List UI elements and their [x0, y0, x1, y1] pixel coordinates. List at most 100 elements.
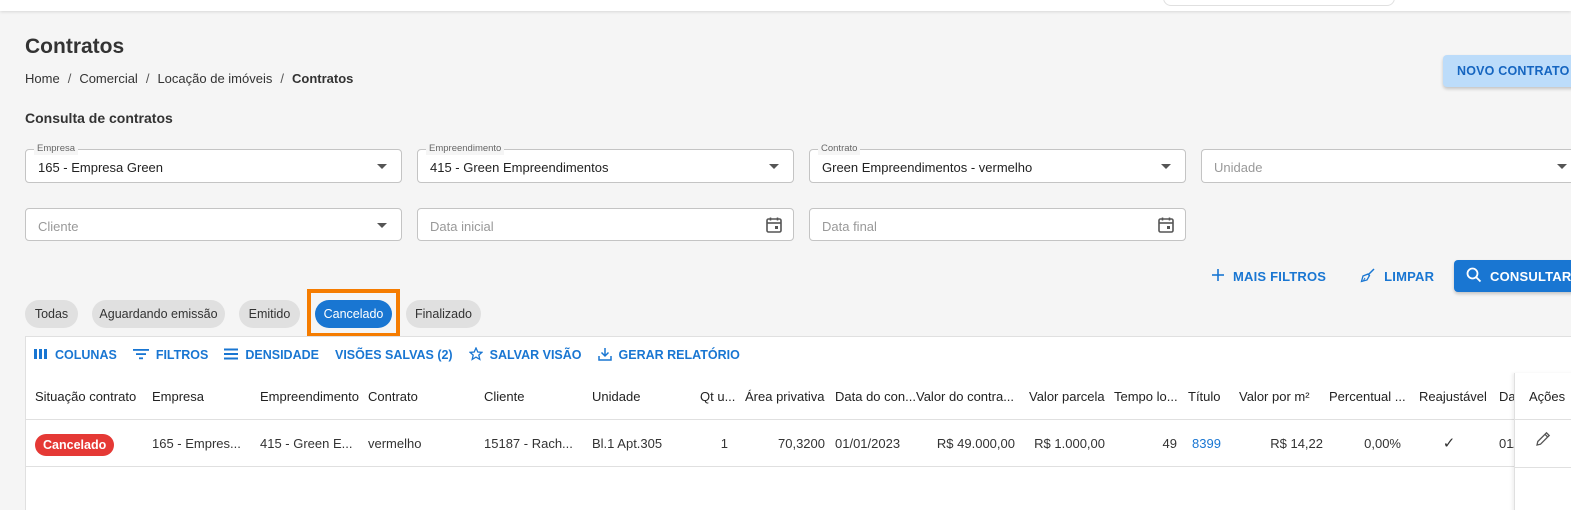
calendar-icon[interactable] [1157, 216, 1175, 239]
contrato-label: Contrato [818, 143, 861, 155]
area-cell: 70,3200 [778, 436, 825, 451]
column-header[interactable]: Reajustável [1419, 373, 1491, 420]
clear-label: LIMPAR [1384, 268, 1435, 284]
status-cell: Cancelado [35, 420, 147, 467]
column-header[interactable]: Cliente [484, 373, 584, 420]
filter-icon [132, 348, 149, 363]
columns-icon [34, 348, 48, 363]
new-contract-button[interactable]: NOVO CONTRATO [1443, 55, 1571, 87]
column-header[interactable]: Data do con... [835, 373, 915, 420]
filter-actions: MAIS FILTROS LIMPAR [1211, 260, 1434, 292]
plus-icon [1211, 268, 1225, 285]
column-header[interactable]: Da [1499, 373, 1515, 420]
density-button[interactable]: DENSIDADE [224, 348, 319, 363]
tempo-cell: 49 [1162, 436, 1177, 451]
breadcrumb-home[interactable]: Home [25, 71, 60, 86]
unidade-cell: Bl.1 Apt.305 [592, 436, 663, 451]
column-header[interactable]: Situação contrato [35, 373, 147, 420]
columns-button[interactable]: COLUNAS [34, 348, 117, 363]
edit-pencil-icon[interactable] [1535, 430, 1552, 452]
data-final-placeholder: Data final [822, 219, 877, 234]
percentual-cell: 0,00% [1364, 436, 1401, 451]
filters-button[interactable]: FILTROS [132, 348, 208, 363]
more-filters-button[interactable]: MAIS FILTROS [1211, 268, 1326, 285]
more-filters-label: MAIS FILTROS [1233, 268, 1327, 284]
column-header[interactable]: Valor por m² [1239, 373, 1319, 420]
actions-column: Ações [1514, 373, 1571, 510]
status-badge: Cancelado [35, 433, 115, 456]
column-header[interactable]: Valor do contra... [916, 373, 1016, 420]
table-header: Situação contrato Empresa Empreendimento… [26, 373, 1571, 420]
contrato-value: Green Empreendimentos - vermelho [822, 160, 1033, 175]
empreendimento-value: 415 - Green Empreendimentos [430, 160, 609, 175]
contrato-select[interactable]: Contrato Green Empreendimentos - vermelh… [809, 143, 1186, 183]
saved-views-button[interactable]: VISÕES SALVAS (2) [335, 348, 453, 362]
data-inicial-placeholder: Data inicial [430, 219, 494, 234]
density-label: DENSIDADE [245, 348, 319, 362]
breadcrumb-current: Contratos [291, 71, 354, 86]
contracts-grid: COLUNAS FILTROS DENSIDADE VISÕES SALVAS … [25, 336, 1571, 510]
columns-label: COLUNAS [55, 348, 117, 362]
empreendimento-label: Empreendimento [426, 143, 505, 155]
generate-report-label: GERAR RELATÓRIO [618, 348, 740, 362]
consult-label: CONSULTAR [1490, 268, 1571, 284]
column-header[interactable]: Empreendimento [260, 373, 364, 420]
caret-down-icon [1557, 164, 1567, 169]
breadcrumb-locacao[interactable]: Locação de imóveis [157, 71, 272, 86]
valor-parcela-cell: R$ 1.000,00 [1034, 436, 1105, 451]
valor-contrato-cell: R$ 49.000,00 [936, 436, 1015, 451]
caret-down-icon [1161, 164, 1171, 169]
chip-aguardando-emissao[interactable]: Aguardando emissão [92, 300, 225, 328]
global-search-input[interactable] [1163, 0, 1395, 6]
cliente-placeholder: Cliente [38, 219, 79, 234]
caret-down-icon [769, 164, 779, 169]
row-divider [1515, 467, 1571, 468]
calendar-icon[interactable] [765, 216, 783, 239]
breadcrumb-comercial[interactable]: Comercial [79, 71, 138, 86]
chip-finalizado[interactable]: Finalizado [406, 300, 481, 328]
saved-views-label: VISÕES SALVAS (2) [334, 348, 453, 362]
empresa-select[interactable]: Empresa 165 - Empresa Green [25, 143, 402, 183]
reajustavel-check-icon: ✓ [1442, 435, 1456, 452]
empreendimento-cell: 415 - Green E... [260, 436, 353, 451]
cliente-select[interactable]: Cliente [25, 208, 402, 241]
column-header[interactable]: Título [1188, 373, 1233, 420]
valor-m2-cell: R$ 14,22 [1270, 436, 1323, 451]
table-row[interactable]: Cancelado 165 - Empres... 415 - Green E.… [26, 420, 1571, 467]
column-header[interactable]: Percentual ... [1329, 373, 1411, 420]
grid-toolbar: COLUNAS FILTROS DENSIDADE VISÕES SALVAS … [34, 345, 740, 365]
selection-highlight [307, 289, 400, 337]
section-title: Consulta de contratos [25, 110, 173, 126]
column-header[interactable]: Tempo lo... [1114, 373, 1184, 420]
cliente-cell: 15187 - Rach... [484, 436, 573, 451]
empreendimento-select[interactable]: Empreendimento 415 - Green Empreendiment… [417, 143, 794, 183]
contrato-cell: vermelho [368, 436, 422, 451]
column-header[interactable]: Qt u... [700, 373, 742, 420]
titulo-link[interactable]: 8399 [1192, 420, 1237, 467]
chip-emitido[interactable]: Emitido [239, 300, 300, 328]
caret-down-icon [377, 164, 387, 169]
column-header[interactable]: Área privativa [745, 373, 830, 420]
qt-cell: 1 [720, 436, 728, 451]
column-header[interactable]: Unidade [592, 373, 692, 420]
clear-button[interactable]: LIMPAR [1360, 267, 1434, 286]
data-cell: 01/01/2023 [835, 436, 901, 451]
save-view-button[interactable]: SALVAR VISÃO [468, 345, 582, 364]
search-icon [1466, 267, 1482, 286]
column-header[interactable]: Empresa [152, 373, 252, 420]
actions-header: Ações [1515, 373, 1571, 420]
generate-report-button[interactable]: GERAR RELATÓRIO [597, 347, 740, 364]
unidade-select[interactable]: Unidade [1201, 149, 1571, 183]
data-inicial-input[interactable]: Data inicial [417, 208, 794, 241]
column-header[interactable]: Valor parcela [1029, 373, 1111, 420]
consult-button[interactable]: CONSULTAR [1454, 260, 1571, 292]
density-icon [224, 348, 239, 363]
column-header[interactable]: Contrato [368, 373, 478, 420]
download-icon [597, 347, 612, 364]
page-title: Contratos [25, 35, 125, 58]
empresa-value: 165 - Empresa Green [38, 160, 164, 175]
save-view-label: SALVAR VISÃO [489, 348, 582, 362]
chip-todas[interactable]: Todas [25, 300, 78, 328]
star-icon [468, 345, 484, 364]
data-final-input[interactable]: Data final [809, 208, 1186, 241]
